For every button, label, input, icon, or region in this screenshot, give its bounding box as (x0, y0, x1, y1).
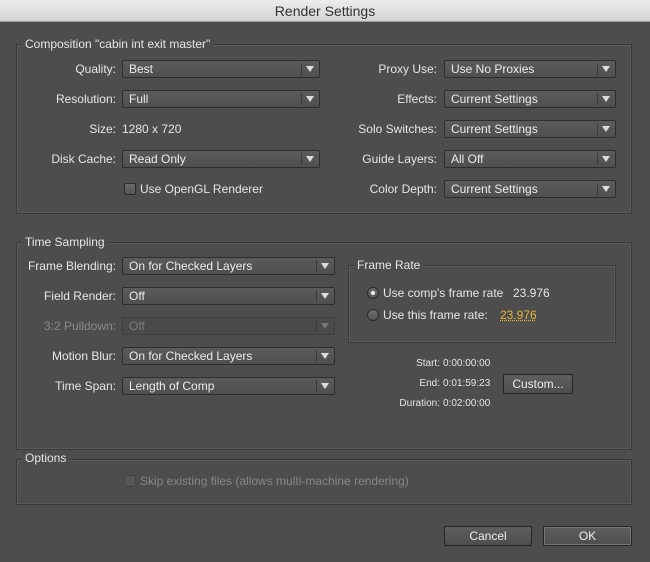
solo-switches-label: Solo Switches: (358, 122, 437, 136)
custom-time-span-button[interactable]: Custom... (503, 374, 573, 394)
duration-value: 0:02:00:00 (443, 398, 491, 409)
effects-value: Current Settings (451, 92, 538, 106)
time-span-value: Length of Comp (129, 379, 215, 393)
window-title-bar[interactable]: Render Settings (0, 0, 650, 22)
time-span-label: Time Span: (55, 379, 116, 393)
guide-layers-label: Guide Layers: (362, 152, 437, 166)
opengl-checkbox[interactable] (124, 183, 136, 195)
chevron-down-icon (602, 96, 610, 102)
time-span-dropdown[interactable]: Length of Comp (122, 377, 335, 395)
chevron-down-icon (306, 156, 314, 162)
window-title: Render Settings (274, 3, 376, 19)
chevron-down-icon (321, 353, 329, 359)
chevron-down-icon (321, 383, 329, 389)
resolution-label: Resolution: (55, 92, 116, 106)
opengl-label: Use OpenGL Renderer (140, 182, 263, 196)
composition-group-title: Composition "cabin int exit master" (22, 37, 214, 51)
chevron-down-icon (321, 293, 329, 299)
options-group-title: Options (22, 451, 70, 465)
proxy-use-dropdown[interactable]: Use No Proxies (444, 60, 616, 78)
frame-blending-label: Frame Blending: (27, 259, 116, 273)
pulldown-dropdown: Off (122, 317, 335, 335)
field-render-label: Field Render: (43, 289, 116, 303)
chevron-down-icon (321, 323, 329, 329)
start-value: 0:00:00:00 (443, 358, 491, 369)
quality-value: Best (129, 62, 154, 76)
chevron-down-icon (321, 263, 329, 269)
motion-blur-value: On for Checked Layers (129, 349, 253, 363)
chevron-down-icon (306, 96, 314, 102)
quality-dropdown[interactable]: Best (122, 60, 320, 78)
size-label: Size: (89, 122, 116, 136)
use-this-frame-rate-radio[interactable] (367, 309, 379, 321)
color-depth-dropdown[interactable]: Current Settings (444, 180, 616, 198)
duration-label: Duration: (399, 398, 440, 409)
disk-cache-label: Disk Cache: (51, 152, 116, 166)
solo-switches-dropdown[interactable]: Current Settings (444, 120, 616, 138)
ok-button[interactable]: OK (543, 526, 632, 546)
resolution-dropdown[interactable]: Full (122, 90, 320, 108)
chevron-down-icon (602, 66, 610, 72)
solo-switches-value: Current Settings (451, 122, 538, 136)
color-depth-label: Color Depth: (369, 182, 437, 196)
chevron-down-icon (306, 66, 314, 72)
use-comp-frame-rate-radio[interactable] (367, 287, 379, 299)
chevron-down-icon (602, 156, 610, 162)
end-value: 0:01:59:23 (443, 378, 491, 389)
effects-dropdown[interactable]: Current Settings (444, 90, 616, 108)
quality-label: Quality: (75, 62, 116, 76)
skip-existing-label: Skip existing files (allows multi-machin… (140, 474, 409, 488)
motion-blur-label: Motion Blur: (51, 349, 116, 363)
color-depth-value: Current Settings (451, 182, 538, 196)
guide-layers-value: All Off (451, 152, 484, 166)
pulldown-label: 3:2 Pulldown: (43, 319, 116, 333)
guide-layers-dropdown[interactable]: All Off (444, 150, 616, 168)
effects-label: Effects: (397, 92, 437, 106)
use-comp-frame-rate-label: Use comp's frame rate (383, 286, 504, 300)
resolution-value: Full (129, 92, 149, 106)
skip-existing-checkbox (124, 475, 136, 487)
chevron-down-icon (602, 126, 610, 132)
start-label: Start: (416, 358, 440, 369)
frame-blending-dropdown[interactable]: On for Checked Layers (122, 257, 335, 275)
frame-rate-group (348, 265, 616, 343)
render-settings-dialog: Composition "cabin int exit master" Qual… (0, 22, 650, 562)
pulldown-value: Off (129, 319, 145, 333)
proxy-use-label: Proxy Use: (378, 62, 437, 76)
comp-frame-rate-value: 23.976 (513, 286, 550, 300)
frame-blending-value: On for Checked Layers (129, 259, 253, 273)
chevron-down-icon (602, 186, 610, 192)
proxy-use-value: Use No Proxies (451, 62, 535, 76)
end-label: End: (419, 378, 440, 389)
disk-cache-dropdown[interactable]: Read Only (122, 150, 320, 168)
frame-rate-group-title: Frame Rate (354, 258, 424, 272)
size-value: 1280 x 720 (122, 122, 182, 136)
use-this-frame-rate-label: Use this frame rate: (383, 308, 488, 322)
cancel-button[interactable]: Cancel (444, 526, 532, 546)
time-sampling-group-title: Time Sampling (22, 235, 108, 249)
this-frame-rate-value[interactable]: 23.976 (500, 307, 537, 323)
field-render-value: Off (129, 289, 145, 303)
field-render-dropdown[interactable]: Off (122, 287, 335, 305)
motion-blur-dropdown[interactable]: On for Checked Layers (122, 347, 335, 365)
disk-cache-value: Read Only (129, 152, 186, 166)
